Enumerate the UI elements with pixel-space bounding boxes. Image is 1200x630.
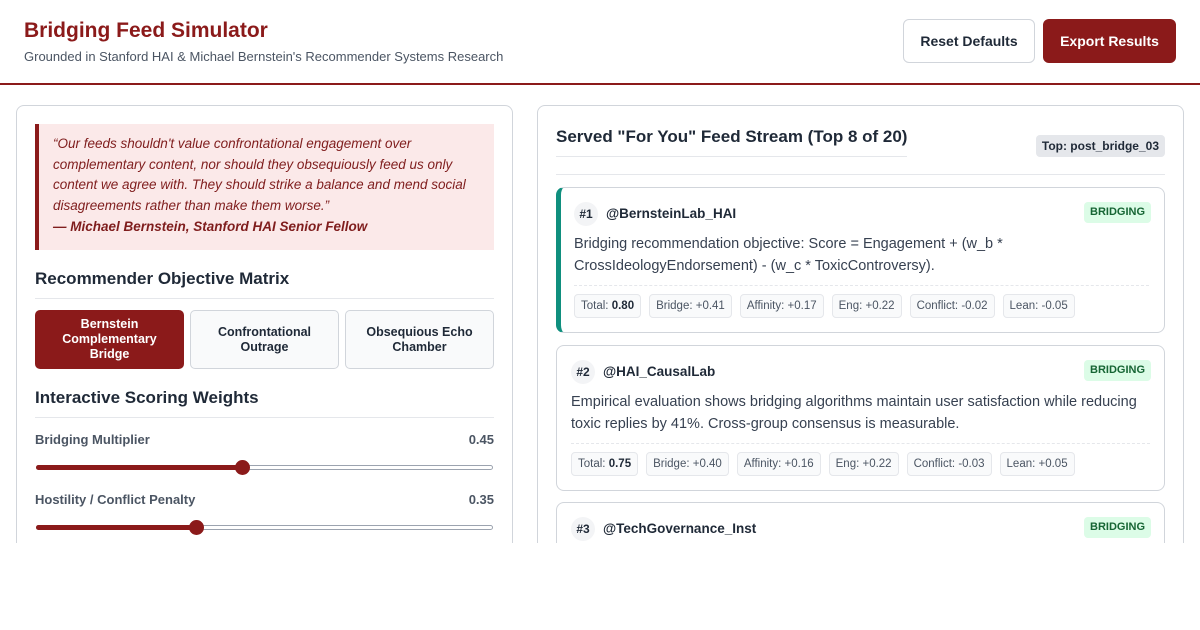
post-text: Bridging recommendation objective: Score…: [574, 236, 1003, 274]
scoring-weights-title: Interactive Scoring Weights: [35, 388, 494, 418]
post-divider: [574, 285, 1149, 286]
feed-post[interactable]: #3 @TechGovernance_Inst BRIDGING: [556, 502, 1165, 543]
conflict-penalty-slider[interactable]: [36, 520, 493, 535]
conflict-penalty-label: Hostility / Conflict Penalty: [35, 492, 196, 507]
metric-engagement: Eng: +0.22: [831, 294, 902, 318]
feed-panel: Served "For You" Feed Stream (Top 8 of 2…: [537, 105, 1184, 543]
metric-affinity: Affinity: +0.17: [739, 294, 824, 318]
post-rank: #2: [571, 360, 595, 384]
app-header: Bridging Feed Simulator Grounded in Stan…: [0, 0, 1200, 85]
post-rank: #3: [571, 517, 595, 541]
post-divider: [571, 443, 1150, 444]
metric-bridge: Bridge: +0.40: [646, 452, 729, 476]
metric-affinity: Affinity: +0.16: [736, 452, 821, 476]
bridging-multiplier-value: 0.45: [468, 432, 494, 447]
main-content: “Our feeds shouldn't value confrontation…: [0, 87, 1200, 543]
metric-lean: Lean: -0.05: [1002, 294, 1075, 318]
slider-fill: [36, 525, 196, 530]
metric-total: Total: 0.75: [571, 452, 639, 476]
post-username[interactable]: @BernsteinLab_HAI: [606, 206, 736, 221]
slider-thumb[interactable]: [189, 520, 204, 535]
metric-bridge: Bridge: +0.41: [649, 294, 732, 318]
research-quote: “Our feeds shouldn't value confrontation…: [35, 124, 494, 250]
bridging-badge: BRIDGING: [1084, 517, 1151, 538]
app-subtitle: Grounded in Stanford HAI & Michael Berns…: [24, 49, 504, 64]
objective-echo-chamber-button[interactable]: Obsequious Echo Chamber: [345, 310, 494, 369]
app-title: Bridging Feed Simulator: [24, 19, 268, 42]
post-username[interactable]: @HAI_CausalLab: [603, 364, 715, 379]
feed-divider: [556, 174, 1165, 175]
reset-defaults-button[interactable]: Reset Defaults: [903, 19, 1035, 63]
post-text: Empirical evaluation shows bridging algo…: [571, 394, 1137, 432]
quote-author: — Michael Bernstein, Stanford HAI Senior…: [53, 219, 368, 234]
bridging-multiplier-slider[interactable]: [36, 460, 493, 475]
quote-text: “Our feeds shouldn't value confrontation…: [53, 136, 466, 213]
post-rank: #1: [574, 202, 598, 226]
objective-confrontational-outrage-button[interactable]: Confrontational Outrage: [190, 310, 339, 369]
feed-post[interactable]: #2 @HAI_CausalLab BRIDGING Empirical eva…: [556, 345, 1165, 491]
controls-panel: “Our feeds shouldn't value confrontation…: [16, 105, 513, 543]
bridging-badge: BRIDGING: [1084, 202, 1151, 223]
metric-conflict: Conflict: -0.02: [909, 294, 995, 318]
objective-matrix-title: Recommender Objective Matrix: [35, 269, 494, 299]
slider-thumb[interactable]: [235, 460, 250, 475]
bridging-multiplier-label: Bridging Multiplier: [35, 432, 150, 447]
top-post-badge: Top: post_bridge_03: [1035, 135, 1165, 157]
post-metrics: Total: 0.75 Bridge: +0.40 Affinity: +0.1…: [571, 452, 1075, 476]
metric-engagement: Eng: +0.22: [828, 452, 899, 476]
objective-bernstein-bridge-button[interactable]: Bernstein Complementary Bridge: [35, 310, 184, 369]
metric-conflict: Conflict: -0.03: [906, 452, 992, 476]
post-username[interactable]: @TechGovernance_Inst: [603, 521, 756, 536]
bridging-badge: BRIDGING: [1084, 360, 1151, 381]
metric-lean: Lean: +0.05: [999, 452, 1075, 476]
feed-title: Served "For You" Feed Stream (Top 8 of 2…: [556, 127, 908, 157]
feed-post[interactable]: #1 @BernsteinLab_HAI BRIDGING Bridging r…: [556, 187, 1165, 333]
post-metrics: Total: 0.80 Bridge: +0.41 Affinity: +0.1…: [574, 294, 1075, 318]
conflict-penalty-value: 0.35: [468, 492, 494, 507]
slider-fill: [36, 465, 242, 470]
export-results-button[interactable]: Export Results: [1043, 19, 1176, 63]
metric-total: Total: 0.80: [574, 294, 642, 318]
